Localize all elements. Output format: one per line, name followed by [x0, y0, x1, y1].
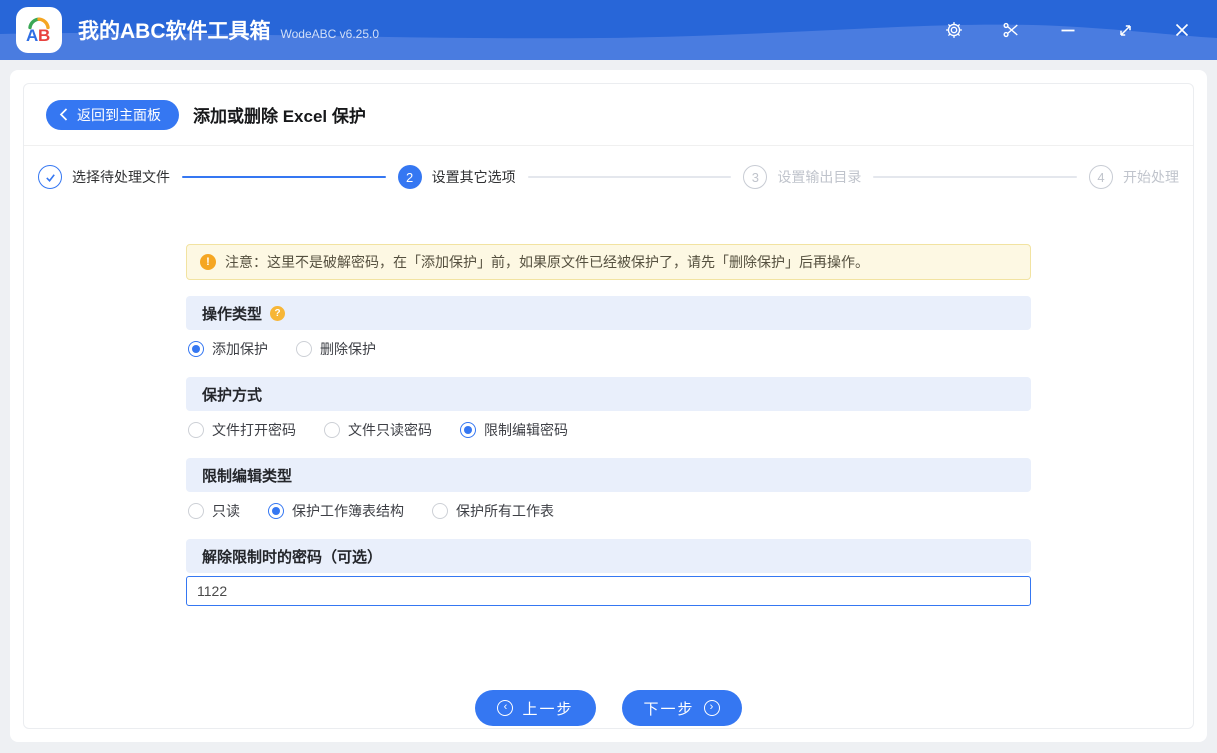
notice-banner: ! 注意：这里不是破解密码，在「添加保护」前，如果原文件已经被保护了，请先「删除…: [186, 244, 1031, 280]
radio-label: 保护所有工作表: [456, 503, 554, 519]
help-icon[interactable]: ?: [270, 305, 286, 321]
page-title: 添加或删除 Excel 保护: [193, 107, 366, 126]
step-4-label: 开始处理: [1123, 169, 1180, 185]
radio-icon: [268, 503, 284, 519]
page-background: 返回到主面板 添加或删除 Excel 保护 选择待处理文件 2 设置其它选项 3…: [0, 60, 1217, 753]
wizard-card: 返回到主面板 添加或删除 Excel 保护 选择待处理文件 2 设置其它选项 3…: [23, 83, 1194, 729]
section-unlock-password-header: 解除限制时的密码（可选）: [186, 539, 1031, 573]
next-step-button[interactable]: 下一步 ›: [621, 690, 742, 726]
step-1: 选择待处理文件: [38, 165, 170, 189]
radio-icon: [188, 503, 204, 519]
radio-label: 只读: [212, 503, 240, 519]
radio-remove-protection[interactable]: 删除保护: [296, 339, 376, 359]
section-protection-mode-header: 保护方式: [186, 377, 1031, 411]
previous-step-label: 上一步: [522, 700, 574, 718]
chevron-left-circle-icon: ‹: [497, 700, 514, 716]
step-2-label: 设置其它选项: [431, 169, 516, 185]
radio-protect-workbook-structure[interactable]: 保护工作簿表结构: [268, 501, 404, 521]
restrict-type-options: 只读 保护工作簿表结构 保护所有工作表: [188, 493, 1031, 529]
radio-icon: [432, 503, 448, 519]
chevron-right-circle-icon: ›: [703, 700, 720, 716]
titlebar: A B 我的ABC软件工具箱 WodeABC v6.25.0: [0, 0, 1217, 60]
section-restrict-type-title: 限制编辑类型: [202, 467, 293, 485]
notice-text: 注意：这里不是破解密码，在「添加保护」前，如果原文件已经被保护了，请先「删除保护…: [225, 254, 869, 270]
radio-restrict-edit-password[interactable]: 限制编辑密码: [460, 420, 568, 440]
section-unlock-password-title: 解除限制时的密码（可选）: [202, 548, 383, 566]
app-version: WodeABC v6.25.0: [280, 26, 380, 41]
radio-icon: [296, 341, 312, 357]
settings-gear-icon[interactable]: [945, 21, 963, 39]
step-indicator: 选择待处理文件 2 设置其它选项 3 设置输出目录 4 开始处理: [24, 146, 1193, 208]
radio-label: 保护工作簿表结构: [292, 503, 404, 519]
card-header: 返回到主面板 添加或删除 Excel 保护: [24, 84, 1193, 146]
close-icon[interactable]: [1173, 21, 1191, 39]
step-connector-1: [182, 176, 386, 178]
maximize-icon[interactable]: [1116, 21, 1134, 39]
radio-add-protection[interactable]: 添加保护: [188, 339, 268, 359]
check-icon: [45, 173, 55, 182]
wizard-footer: ‹ 上一步 下一步 ›: [186, 690, 1031, 728]
step-2-circle: 2: [397, 165, 422, 189]
step-connector-3: [873, 176, 1078, 178]
step-4: 4 开始处理: [1089, 165, 1179, 189]
radio-label: 删除保护: [320, 341, 376, 357]
step-1-circle: [38, 165, 62, 189]
content-panel: 返回到主面板 添加或删除 Excel 保护 选择待处理文件 2 设置其它选项 3…: [10, 70, 1207, 742]
section-protection-mode-title: 保护方式: [202, 386, 263, 404]
radio-label: 文件打开密码: [212, 422, 296, 438]
section-operation-type-header: 操作类型 ?: [186, 296, 1031, 330]
radio-icon: [460, 422, 476, 438]
titlebar-actions: [945, 21, 1201, 39]
step-3: 3 设置输出目录: [743, 165, 861, 189]
app-logo: A B: [16, 7, 62, 53]
radio-open-password[interactable]: 文件打开密码: [188, 420, 296, 440]
step-4-circle: 4: [1089, 165, 1114, 189]
settings-form: ! 注意：这里不是破解密码，在「添加保护」前，如果原文件已经被保护了，请先「删除…: [186, 244, 1031, 728]
step-2: 2 设置其它选项: [397, 165, 516, 189]
warning-icon: !: [200, 254, 216, 270]
previous-step-button[interactable]: ‹ 上一步: [475, 690, 596, 726]
back-button-label: 返回到主面板: [77, 106, 161, 123]
scissors-icon[interactable]: [1002, 21, 1020, 39]
protection-mode-options: 文件打开密码 文件只读密码 限制编辑密码: [188, 412, 1031, 448]
step-1-label: 选择待处理文件: [72, 169, 170, 185]
radio-icon: [188, 341, 204, 357]
svg-text:B: B: [38, 26, 50, 45]
section-operation-type-title: 操作类型: [202, 305, 263, 323]
radio-protect-all-sheets[interactable]: 保护所有工作表: [432, 501, 554, 521]
password-input[interactable]: [186, 576, 1031, 606]
back-to-dashboard-button[interactable]: 返回到主面板: [46, 99, 179, 130]
radio-label: 限制编辑密码: [484, 422, 568, 438]
minimize-icon[interactable]: [1059, 21, 1077, 39]
next-step-label: 下一步: [643, 700, 695, 718]
operation-type-options: 添加保护 删除保护: [188, 331, 1031, 367]
radio-icon: [188, 422, 204, 438]
app-title: 我的ABC软件工具箱: [78, 20, 271, 43]
svg-text:A: A: [26, 26, 38, 45]
radio-label: 添加保护: [212, 341, 268, 357]
chevron-left-icon: [59, 108, 68, 121]
ab-logo-icon: A B: [26, 17, 50, 45]
radio-readonly[interactable]: 只读: [188, 501, 240, 521]
radio-label: 文件只读密码: [348, 422, 432, 438]
radio-icon: [324, 422, 340, 438]
step-3-circle: 3: [743, 165, 768, 189]
section-restrict-type-header: 限制编辑类型: [186, 458, 1031, 492]
step-connector-2: [527, 176, 732, 178]
step-3-label: 设置输出目录: [777, 169, 862, 185]
radio-readonly-password[interactable]: 文件只读密码: [324, 420, 432, 440]
